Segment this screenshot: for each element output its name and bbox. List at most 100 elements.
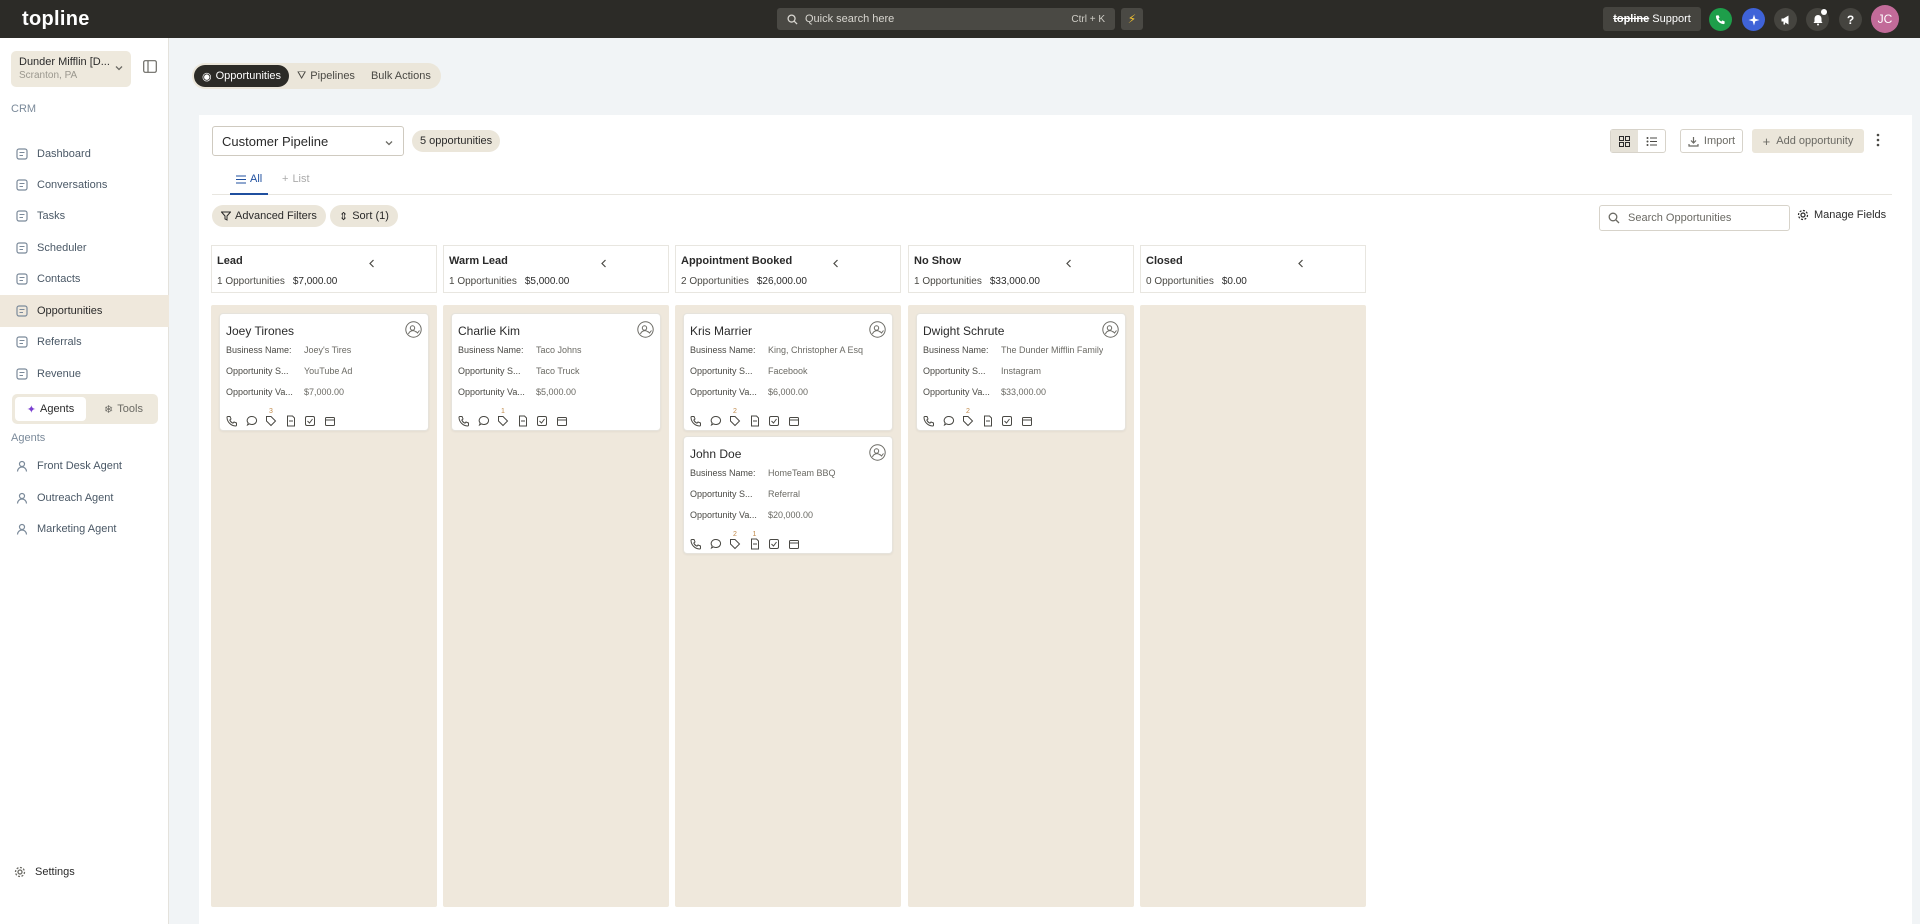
sidebar-agent-1[interactable]: Outreach Agent xyxy=(0,482,169,514)
help-icon[interactable]: ? xyxy=(1839,8,1862,31)
opportunity-card[interactable]: Dwight Schrute Business Name: The Dunder M… xyxy=(916,313,1126,431)
tag-icon[interactable]: 2 xyxy=(962,408,974,427)
tag-icon[interactable]: 3 xyxy=(265,408,277,427)
assign-user-icon[interactable] xyxy=(869,444,886,461)
notifications-bell-icon[interactable] xyxy=(1806,8,1829,31)
agents-toggle[interactable]: ✦ Agents xyxy=(15,397,86,421)
document-icon[interactable]: 1 xyxy=(749,531,761,550)
ai-sparkle-icon[interactable] xyxy=(1742,8,1765,31)
sidebar-item-opportunities[interactable]: Opportunities xyxy=(0,295,169,327)
collapse-column-icon[interactable] xyxy=(1065,259,1073,268)
opportunity-card[interactable]: Kris Marrier Business Name: King, Christop… xyxy=(683,313,893,431)
manage-fields-button[interactable]: Manage Fields xyxy=(1797,209,1886,221)
chat-icon[interactable] xyxy=(710,415,722,427)
business-field-label: Business Name: xyxy=(226,345,292,355)
chat-icon[interactable] xyxy=(478,415,490,427)
user-avatar[interactable]: JC xyxy=(1871,5,1899,33)
sort-icon: ⇕ xyxy=(339,210,349,223)
task-icon[interactable] xyxy=(536,415,548,427)
import-button[interactable]: Import xyxy=(1680,129,1743,153)
list-view-button[interactable] xyxy=(1638,130,1665,152)
global-search-input[interactable]: Quick search here Ctrl + K xyxy=(777,8,1115,30)
collapse-column-icon[interactable] xyxy=(1297,259,1305,268)
plus-icon: + xyxy=(282,173,289,185)
subtab-add-list[interactable]: + List xyxy=(282,173,310,185)
account-switcher[interactable]: Dunder Mifflin [D... Scranton, PA xyxy=(11,51,131,87)
phone-icon[interactable] xyxy=(226,415,238,427)
document-icon[interactable] xyxy=(285,415,297,427)
search-shortcut: Ctrl + K xyxy=(1071,13,1105,25)
calendar-icon[interactable] xyxy=(1021,415,1033,427)
person-icon xyxy=(16,460,28,472)
search-opportunities-input[interactable]: Search Opportunities xyxy=(1599,205,1790,231)
opportunity-card[interactable]: John Doe Business Name: HomeTeam BBQ Opport… xyxy=(683,436,893,554)
tag-icon[interactable]: 1 xyxy=(497,408,509,427)
chat-icon[interactable] xyxy=(246,415,258,427)
settings-link[interactable]: Settings xyxy=(14,866,75,878)
chevron-down-icon xyxy=(384,138,394,148)
sidebar-item-referrals[interactable]: Referrals xyxy=(0,326,169,358)
megaphone-icon[interactable] xyxy=(1774,8,1797,31)
settings-label: Settings xyxy=(35,866,75,878)
task-icon[interactable] xyxy=(768,415,780,427)
collapse-column-icon[interactable] xyxy=(368,259,376,268)
document-icon[interactable] xyxy=(517,415,529,427)
tag-icon[interactable]: 2 xyxy=(729,531,741,550)
app-logo[interactable]: topline xyxy=(22,8,90,31)
collapse-column-icon[interactable] xyxy=(600,259,608,268)
tab-opportunities[interactable]: ◉ Opportunities xyxy=(194,65,290,87)
sidebar-collapse-icon[interactable] xyxy=(143,60,157,73)
sidebar-item-revenue[interactable]: Revenue xyxy=(0,358,169,390)
sidebar-item-conversations[interactable]: Conversations xyxy=(0,169,169,201)
tab-pipelines[interactable]: ⛛ Pipelines xyxy=(289,65,363,87)
opportunity-source: Facebook xyxy=(768,366,808,376)
chat-icon[interactable] xyxy=(943,415,955,427)
support-button[interactable]: topline Support xyxy=(1603,7,1701,31)
agents-toggle-label: Agents xyxy=(39,403,75,415)
pipeline-select[interactable]: Customer Pipeline xyxy=(212,126,404,156)
calendar-icon[interactable] xyxy=(556,415,568,427)
advanced-filters-button[interactable]: Advanced Filters xyxy=(212,205,326,227)
assign-user-icon[interactable] xyxy=(869,321,886,338)
quick-action-bolt-icon[interactable]: ⚡ xyxy=(1121,8,1143,30)
sidebar-agent-0[interactable]: Front Desk Agent xyxy=(0,450,169,482)
sidebar-item-dashboard[interactable]: Dashboard xyxy=(0,138,169,170)
task-icon[interactable] xyxy=(1001,415,1013,427)
phone-icon[interactable] xyxy=(690,538,702,550)
sidebar-item-tasks[interactable]: Tasks xyxy=(0,200,169,232)
tools-toggle[interactable]: ❄ Tools xyxy=(92,397,155,421)
document-icon[interactable] xyxy=(982,415,994,427)
opportunity-card[interactable]: Charlie Kim Business Name: Taco Johns Oppor… xyxy=(451,313,661,431)
more-options-icon[interactable] xyxy=(1876,133,1880,147)
phone-icon[interactable] xyxy=(458,415,470,427)
opportunity-source: YouTube Ad xyxy=(304,366,353,376)
assign-user-icon[interactable] xyxy=(1102,321,1119,338)
phone-icon[interactable] xyxy=(690,415,702,427)
collapse-column-icon[interactable] xyxy=(832,259,840,268)
assign-user-icon[interactable] xyxy=(405,321,422,338)
task-icon[interactable] xyxy=(768,538,780,550)
phone-icon[interactable] xyxy=(1709,8,1732,31)
chat-icon[interactable] xyxy=(710,538,722,550)
task-icon[interactable] xyxy=(304,415,316,427)
opportunity-card[interactable]: Joey Tirones Business Name: Joey's Tires Op… xyxy=(219,313,429,431)
document-icon[interactable] xyxy=(749,415,761,427)
sort-button[interactable]: ⇕ Sort (1) xyxy=(330,205,398,227)
add-opportunity-button[interactable]: + Add opportunity xyxy=(1752,129,1864,153)
phone-icon[interactable] xyxy=(923,415,935,427)
calendar-icon[interactable] xyxy=(788,538,800,550)
agent-label: Front Desk Agent xyxy=(37,460,122,472)
column-title: No Show xyxy=(914,255,962,267)
grid-view-button[interactable] xyxy=(1611,130,1638,152)
card-actions: 2 xyxy=(923,408,1040,427)
tag-icon[interactable]: 2 xyxy=(729,408,741,427)
sidebar-item-contacts[interactable]: Contacts xyxy=(0,263,169,295)
sidebar-agent-2[interactable]: Marketing Agent xyxy=(0,513,169,545)
assign-user-icon[interactable] xyxy=(637,321,654,338)
calendar-icon[interactable] xyxy=(324,415,336,427)
calendar-icon[interactable] xyxy=(788,415,800,427)
subtab-all[interactable]: All xyxy=(229,173,269,195)
sidebar-item-scheduler[interactable]: Scheduler xyxy=(0,232,169,264)
tab-bulk-actions[interactable]: Bulk Actions xyxy=(363,65,439,87)
agent-label: Marketing Agent xyxy=(37,523,117,535)
